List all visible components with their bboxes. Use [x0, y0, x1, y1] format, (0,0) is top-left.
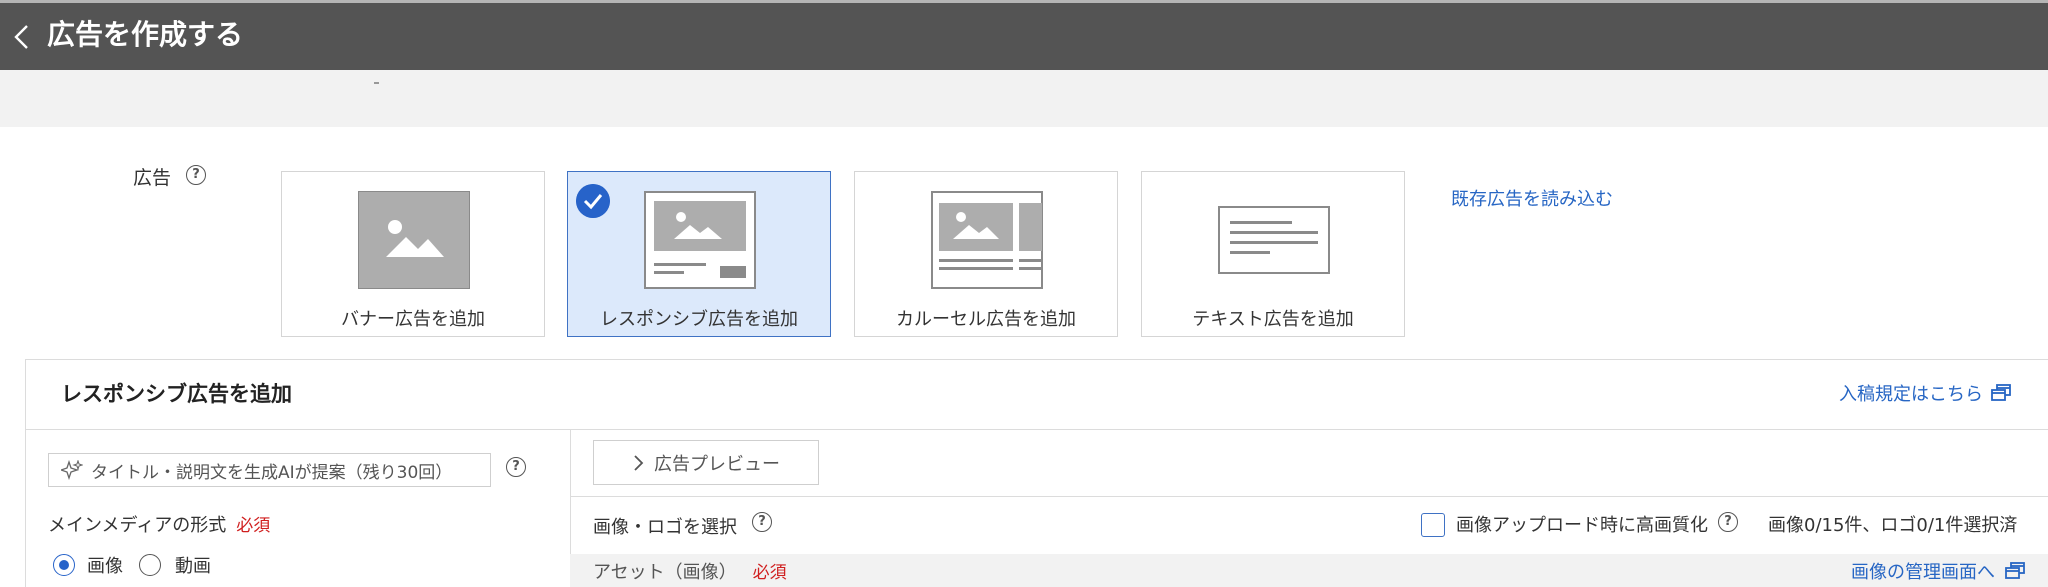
radio-image-label: 画像: [87, 556, 123, 577]
card-label: カルーセル広告を追加: [896, 309, 1076, 330]
external-link-icon: [2005, 562, 2025, 579]
media-format-label: メインメディアの形式 必須: [48, 511, 270, 537]
divider: [570, 496, 2048, 497]
page-title: 広告を作成する: [47, 18, 244, 51]
chevron-left-icon[interactable]: [10, 23, 32, 51]
ad-preview-label: 広告プレビュー: [654, 453, 780, 475]
ai-suggest-label: タイトル・説明文を生成AIが提案（残り30回）: [91, 462, 453, 483]
add-text-ad-card[interactable]: テキスト広告を追加: [1141, 171, 1405, 337]
ad-field-label: 広告: [133, 167, 172, 189]
add-banner-ad-card[interactable]: バナー広告を追加: [281, 171, 545, 337]
load-existing-ad-link[interactable]: 既存広告を読み込む: [1451, 185, 1613, 211]
responsive-layout-icon: [644, 191, 756, 289]
ai-suggest-button[interactable]: タイトル・説明文を生成AIが提案（残り30回）: [48, 453, 491, 487]
checkmark-icon: [576, 184, 610, 218]
radio-video-label: 動画: [175, 556, 211, 577]
chevron-right-icon: [634, 454, 644, 471]
selection-count: 画像0/15件、ロゴ0/1件選択済: [1768, 515, 2018, 536]
submission-rules-link[interactable]: 入稿規定はこちら: [1839, 380, 2011, 406]
required-badge: 必須: [752, 563, 787, 583]
ad-preview-button[interactable]: 広告プレビュー: [593, 440, 819, 485]
sub-toolbar: [0, 70, 2048, 127]
sparkle-icon: [61, 460, 83, 480]
divider: [374, 82, 379, 84]
rules-link-label: 入稿規定はこちら: [1839, 384, 1983, 405]
text-layout-icon: [1218, 206, 1330, 274]
help-icon[interactable]: ?: [506, 457, 526, 477]
image-placeholder-icon: [358, 191, 470, 289]
high-quality-label: 画像アップロード時に高画質化: [1456, 515, 1708, 536]
card-label: レスポンシブ広告を追加: [600, 309, 798, 330]
help-icon[interactable]: ?: [1718, 512, 1738, 532]
media-format-text: メインメディアの形式: [48, 515, 227, 536]
required-badge: 必須: [236, 516, 271, 536]
media-format-options: 画像 動画: [53, 552, 211, 578]
add-carousel-ad-card[interactable]: カルーセル広告を追加: [854, 171, 1118, 337]
select-image-logo-label: 画像・ロゴを選択: [593, 517, 737, 538]
asset-label-text: アセット（画像）: [593, 562, 737, 583]
high-quality-checkbox[interactable]: [1421, 513, 1445, 537]
external-link-icon: [1991, 384, 2011, 401]
help-icon[interactable]: ?: [186, 165, 206, 185]
radio-image[interactable]: [53, 554, 75, 576]
card-label: バナー広告を追加: [341, 309, 485, 330]
asset-image-label: アセット（画像） 必須: [593, 558, 787, 584]
help-icon[interactable]: ?: [752, 512, 772, 532]
page-header: 広告を作成する: [0, 0, 2048, 70]
carousel-layout-icon: [931, 191, 1043, 289]
image-management-link[interactable]: 画像の管理画面へ: [1851, 558, 2025, 584]
add-responsive-ad-card[interactable]: レスポンシブ広告を追加: [567, 171, 831, 337]
panel-title: レスポンシブ広告を追加: [61, 382, 292, 406]
card-label: テキスト広告を追加: [1192, 309, 1354, 330]
divider: [26, 429, 2048, 430]
asset-row: [570, 554, 2048, 587]
radio-video[interactable]: [139, 554, 161, 576]
image-management-label: 画像の管理画面へ: [1851, 562, 1995, 583]
